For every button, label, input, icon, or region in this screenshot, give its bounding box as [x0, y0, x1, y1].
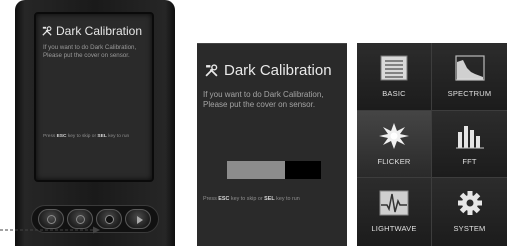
menu-item-flicker[interactable]: FLICKER — [357, 110, 432, 179]
hardware-button-1[interactable] — [38, 209, 64, 229]
calibration-title: Dark Calibration — [205, 62, 332, 79]
calibration-progress-bar — [227, 161, 321, 179]
menu-label-basic: BASIC — [382, 89, 406, 98]
menu-label-fft: FFT — [462, 156, 477, 166]
device-screen-title-text: Dark Calibration — [56, 24, 143, 38]
calibration-hint: Press ESC key to skip or SEL key to run — [203, 196, 300, 202]
device-body: Dark Calibration If you want to do Dark … — [15, 0, 175, 246]
menu-label-system: SYSTEM — [453, 224, 486, 234]
fft-icon — [455, 125, 484, 149]
lightwave-icon — [379, 190, 409, 216]
calibration-title-text: Dark Calibration — [224, 62, 332, 79]
menu-item-basic[interactable]: BASIC — [357, 43, 432, 111]
tools-icon — [42, 26, 52, 36]
menu-item-lightwave[interactable]: LIGHTWAVE — [357, 178, 432, 246]
menu-label-lightwave: LIGHTWAVE — [371, 224, 417, 234]
menu-label-spectrum: SPECTRUM — [447, 89, 492, 98]
list-icon — [380, 55, 408, 81]
gear-icon — [457, 191, 482, 216]
spectrum-icon — [454, 55, 485, 81]
play-icon — [137, 216, 143, 224]
circle-icon — [47, 215, 56, 224]
circle-icon — [105, 215, 114, 224]
device-screen-message: If you want to do Dark Calibration, Plea… — [43, 44, 137, 59]
hardware-button-2[interactable] — [67, 209, 93, 229]
hardware-button-3[interactable] — [96, 209, 122, 229]
hardware-button-row — [31, 205, 159, 233]
menu-item-spectrum[interactable]: SPECTRUM — [432, 43, 507, 111]
calibration-message: If you want to do Dark Calibration, Plea… — [203, 90, 324, 109]
tools-icon — [205, 64, 218, 77]
calibration-progress-fill — [227, 161, 286, 179]
hardware-button-4[interactable] — [125, 209, 151, 229]
menu-label-flicker: FLICKER — [377, 156, 411, 166]
main-menu: BASIC SPECTRUM FLICKER FFT LIGHTWAVE SYS… — [357, 43, 507, 246]
device-screen: Dark Calibration If you want to do Dark … — [34, 12, 154, 182]
calibration-panel: Dark Calibration If you want to do Dark … — [197, 43, 347, 246]
menu-item-fft[interactable]: FFT — [432, 110, 507, 179]
flicker-icon — [379, 122, 409, 149]
device-screen-title: Dark Calibration — [42, 24, 142, 38]
device-screen-hint: Press ESC key to skip or SEL key to run — [43, 134, 130, 139]
circle-icon — [76, 215, 85, 224]
menu-item-system[interactable]: SYSTEM — [432, 178, 507, 246]
